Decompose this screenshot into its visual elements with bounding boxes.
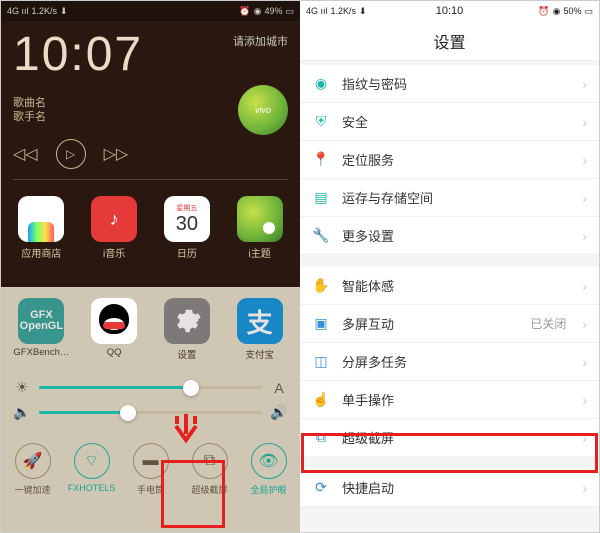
brightness-icon: ☀	[13, 379, 31, 396]
chevron-right-icon: ›	[582, 480, 587, 496]
next-track-icon[interactable]: ▷▷	[104, 144, 129, 164]
weather-text[interactable]: 请添加城市	[233, 33, 288, 49]
item-fingerprint[interactable]: ◉ 指纹与密码 ›	[300, 65, 599, 103]
chevron-right-icon: ›	[582, 114, 587, 130]
net-signal: 4G ııl	[306, 6, 328, 16]
wifi-icon: ◉	[254, 6, 262, 17]
settings-pane: 4G ııl 1.2K/s ⬇ 10:10 ⏰ ◉ 50% ▭ 设置 ◉ 指纹与…	[300, 1, 599, 532]
rocket-icon: ⟳	[312, 479, 330, 497]
download-icon: ⬇	[359, 6, 367, 17]
item-multiscreen[interactable]: ▣ 多屏互动 已关闭 ›	[300, 305, 599, 343]
chevron-right-icon: ›	[582, 354, 587, 370]
annotation-highlight-right	[301, 433, 598, 473]
wifi-toggle-icon: ⌔	[74, 443, 110, 479]
onehand-icon: ☝	[312, 391, 330, 409]
annotation-highlight-left	[161, 460, 225, 528]
chevron-right-icon: ›	[582, 278, 587, 294]
home-screen-pane: 4G ııl 1.2K/s ⬇ ⏰ ◉ 49% ▭ 10:07 请添加城市 歌曲…	[1, 1, 300, 532]
chevron-right-icon: ›	[582, 76, 587, 92]
sd-icon: ▤	[312, 189, 330, 207]
hand-icon: ✋	[312, 277, 330, 295]
screens-icon: ▣	[312, 315, 330, 333]
fingerprint-icon: ◉	[312, 75, 330, 93]
drawer-app-gfx[interactable]: GFXOpenGL GFXBench…	[10, 298, 72, 361]
statusbar-right: 4G ııl 1.2K/s ⬇ 10:10 ⏰ ◉ 50% ▭	[300, 1, 599, 21]
settings-group-3: ⟳ 快捷启动 ›	[300, 469, 599, 507]
shield-icon: ⛨	[312, 113, 330, 131]
chevron-right-icon: ›	[582, 228, 587, 244]
volume-slider[interactable]: 🔈 🔊	[13, 404, 288, 421]
toggle-eye-protect[interactable]: 👁 全局护眼	[242, 443, 296, 496]
volume-high-icon: 🔊	[270, 404, 288, 421]
chevron-right-icon: ›	[582, 190, 587, 206]
net-speed: 1.2K/s	[331, 6, 357, 16]
play-button[interactable]: ▷	[56, 139, 86, 169]
chevron-right-icon: ›	[582, 316, 587, 332]
rocket-icon: 🚀	[15, 443, 51, 479]
drawer-app-alipay[interactable]: 支 支付宝	[229, 298, 291, 361]
net-speed: 1.2K/s	[32, 6, 58, 16]
alarm-icon: ⏰	[239, 6, 250, 17]
chevron-right-icon: ›	[582, 152, 587, 168]
item-storage[interactable]: ▤ 运存与存储空间 ›	[300, 179, 599, 217]
brightness-auto-icon[interactable]: A	[270, 380, 288, 396]
page-title: 设置	[300, 21, 599, 61]
brightness-slider[interactable]: ☀ A	[13, 379, 288, 396]
chevron-right-icon: ›	[582, 392, 587, 408]
item-security[interactable]: ⛨ 安全 ›	[300, 103, 599, 141]
settings-group-1: ◉ 指纹与密码 › ⛨ 安全 › 📍 定位服务 › ▤ 运存与存储空间 › 🔧	[300, 65, 599, 255]
prev-track-icon[interactable]: ◁◁	[13, 144, 38, 164]
drawer-app-settings[interactable]: 设置	[156, 298, 218, 361]
battery-icon: ▭	[584, 6, 593, 17]
net-signal: 4G ııl	[7, 6, 29, 16]
home-app-row: 应用商店 ♪ i音乐 星期五30 日历 i主题	[1, 192, 300, 264]
control-center-drawer: GFXOpenGL GFXBench… QQ 设置 支 支付宝	[1, 287, 300, 532]
app-calendar[interactable]: 星期五30 日历	[156, 196, 218, 260]
song-artist: 歌手名	[13, 110, 46, 124]
song-title: 歌曲名	[13, 96, 46, 110]
item-more[interactable]: 🔧 更多设置 ›	[300, 217, 599, 255]
statusbar-left: 4G ııl 1.2K/s ⬇ ⏰ ◉ 49% ▭	[1, 1, 300, 21]
annotation-arrow-icon	[171, 412, 201, 448]
eye-icon: 👁	[251, 443, 287, 479]
toggle-boost[interactable]: 🚀 一键加速	[6, 443, 60, 496]
item-quicklaunch[interactable]: ⟳ 快捷启动 ›	[300, 469, 599, 507]
vivo-orb[interactable]: vivo	[238, 85, 288, 135]
app-store[interactable]: 应用商店	[10, 196, 72, 260]
wrench-icon: 🔧	[312, 227, 330, 245]
battery-pct: 50%	[563, 6, 581, 16]
toggle-fxhotels[interactable]: ⌔ FXHOTELS	[65, 443, 119, 496]
settings-group-2: ✋ 智能体感 › ▣ 多屏互动 已关闭 › ◫ 分屏多任务 › ☝ 单手操作 ›	[300, 267, 599, 457]
item-motion[interactable]: ✋ 智能体感 ›	[300, 267, 599, 305]
download-icon: ⬇	[60, 6, 68, 17]
statusbar-time: 10:10	[436, 5, 464, 17]
drawer-app-qq[interactable]: QQ	[83, 298, 145, 361]
pin-icon: 📍	[312, 151, 330, 169]
alarm-icon: ⏰	[538, 6, 549, 17]
wifi-icon: ◉	[553, 6, 561, 17]
battery-icon: ▭	[285, 6, 294, 17]
volume-low-icon: 🔈	[13, 404, 31, 421]
item-location[interactable]: 📍 定位服务 ›	[300, 141, 599, 179]
app-itheme[interactable]: i主题	[229, 196, 291, 260]
item-onehand[interactable]: ☝ 单手操作 ›	[300, 381, 599, 419]
music-controls: ◁◁ ▷ ▷▷	[13, 139, 288, 169]
app-imusic[interactable]: ♪ i音乐	[83, 196, 145, 260]
split-icon: ◫	[312, 353, 330, 371]
item-split[interactable]: ◫ 分屏多任务 ›	[300, 343, 599, 381]
battery-pct: 49%	[264, 6, 282, 16]
lockscreen-widget: 10:07 请添加城市 歌曲名 歌手名 vivo ◁◁ ▷ ▷▷	[1, 21, 300, 192]
